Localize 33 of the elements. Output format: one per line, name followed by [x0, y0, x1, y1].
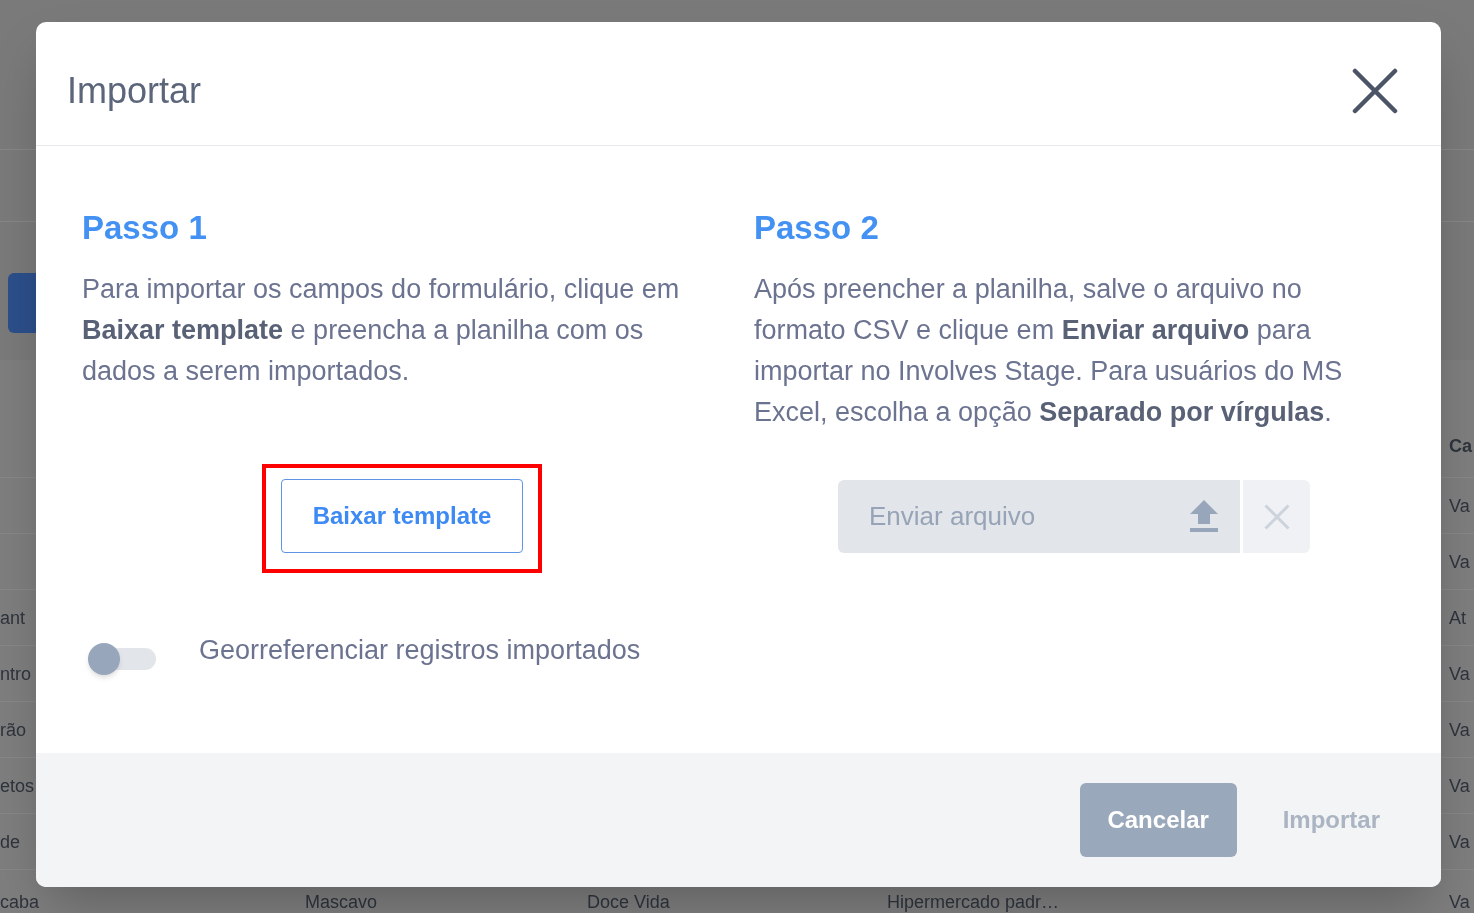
clear-icon [1263, 503, 1290, 530]
table-cell: Doce Vida [587, 892, 670, 912]
table-cell: Va [1449, 719, 1470, 740]
table-cell: Va [1449, 892, 1470, 912]
table-cell: caba [0, 892, 40, 912]
table-cell: Hipermercado padr… [887, 892, 1060, 912]
upload-icon [1190, 500, 1218, 532]
table-cell: At [1449, 607, 1466, 628]
step-title: Passo 1 [82, 208, 208, 248]
table-cell: Va [1449, 831, 1470, 852]
step-description: Após preencher a planilha, salve o arquivo no formato CSV e clique em Enviar arquivo para importar no Involves Stage. Para usuários do MS Excel, escolha a opção Separado por vírgulas. [754, 273, 1344, 429]
column-header: Ca [1449, 436, 1472, 456]
file-upload-field[interactable]: Enviar arquivo [838, 480, 1240, 553]
step-title: Passo 2 [754, 208, 880, 248]
table-cell: Va [1449, 775, 1470, 796]
table-cell: Va [1449, 663, 1470, 684]
table-cell: Va [1449, 495, 1470, 516]
dialog-title: Importar [67, 68, 202, 113]
close-icon [1352, 67, 1398, 114]
cancel-button[interactable]: Cancelar [1079, 783, 1237, 857]
table-cell: ant [0, 607, 26, 628]
toggle-label: Georreferenciar registros importados [199, 634, 641, 667]
table-cell: etos [0, 775, 35, 796]
download-button[interactable]: Baixar template [280, 479, 524, 553]
toggle-switch[interactable] [88, 643, 156, 675]
table-cell: Va [1449, 551, 1470, 572]
step-description: Para importar os campos do formulário, clique em Baixar template e preencha a planilha com os dados a serem importados. [82, 273, 681, 388]
close-button[interactable] [1352, 67, 1398, 114]
table-cell: de [0, 831, 21, 852]
table-cell: ntro [0, 663, 32, 684]
clear-button[interactable] [1243, 480, 1310, 553]
table-cell: rão [0, 719, 26, 740]
table-cell: Mascavo [305, 892, 378, 912]
